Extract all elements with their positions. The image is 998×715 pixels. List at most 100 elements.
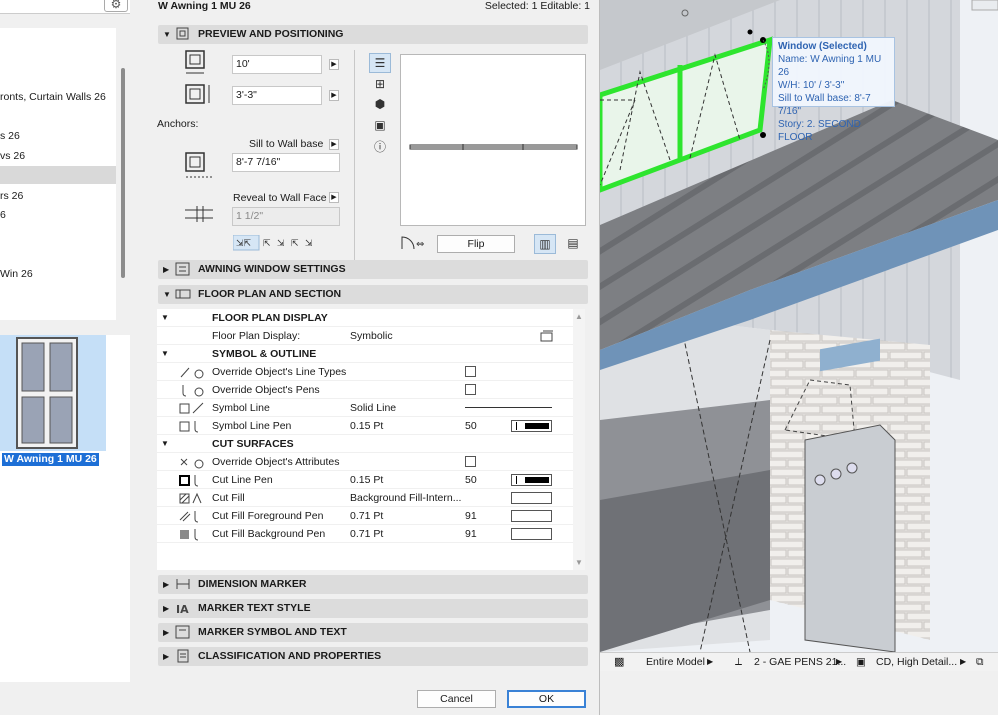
- selection-tooltip: Window (Selected) Name: W Awning 1 MU 26…: [772, 37, 895, 143]
- ok-button[interactable]: OK: [507, 690, 586, 708]
- checkbox[interactable]: [465, 384, 476, 395]
- dialog-title: W Awning 1 MU 26: [158, 0, 251, 12]
- section-label: DIMENSION MARKER: [198, 578, 307, 590]
- pen-swatch[interactable]: [511, 420, 552, 432]
- chevron-right-icon[interactable]: ▶: [836, 653, 842, 671]
- svg-text:⇲: ⇲: [305, 239, 313, 249]
- attributes-icon: [180, 458, 204, 469]
- info-icon[interactable]: ⓘ: [369, 138, 391, 158]
- grid-view-icon[interactable]: ⊞: [369, 75, 391, 95]
- group-row[interactable]: ▼ CUT SURFACES: [157, 435, 573, 453]
- thumbnail-caption: W Awning 1 MU 26: [2, 453, 99, 466]
- window-thumbnail[interactable]: [0, 335, 106, 451]
- section-label: PREVIEW AND POSITIONING: [198, 28, 344, 40]
- pen-set[interactable]: 2 - GAE PENS 21...: [754, 653, 846, 671]
- preview-canvas[interactable]: [400, 54, 586, 226]
- checkbox[interactable]: [465, 366, 476, 377]
- chevron-right-icon: ▶: [163, 652, 170, 661]
- preview-icon: [176, 27, 189, 40]
- table-row[interactable]: Symbol Line Solid Line: [157, 399, 573, 417]
- table-row[interactable]: Floor Plan Display: Symbolic: [157, 327, 573, 345]
- section-preview-positioning[interactable]: ▼ PREVIEW AND POSITIONING: [158, 25, 588, 44]
- text-style-icon: IA: [176, 603, 189, 615]
- tree-scrollbar[interactable]: [121, 68, 125, 278]
- height-input[interactable]: 3'-3": [232, 86, 322, 105]
- tooltip-wh: W/H: 10' / 3'-3": [778, 80, 845, 91]
- layout-icon[interactable]: ⧉: [976, 653, 984, 671]
- section-label: MARKER SYMBOL AND TEXT: [198, 626, 347, 638]
- display-options-icon[interactable]: [539, 329, 555, 343]
- anchors-label: Anchors:: [157, 118, 199, 130]
- group-row[interactable]: ▼ SYMBOL & OUTLINE: [157, 345, 573, 363]
- door-swing-icon[interactable]: ⇔: [398, 234, 432, 252]
- arrow-right-icon[interactable]: ▶: [329, 59, 339, 70]
- fill-swatch[interactable]: [511, 492, 552, 504]
- mirror-right-icon[interactable]: ▤: [562, 234, 584, 254]
- floor-plan-table[interactable]: ▼ FLOOR PLAN DISPLAY Floor Plan Display:…: [157, 309, 585, 570]
- svg-text:⇱: ⇱: [291, 239, 299, 249]
- table-row[interactable]: Cut Fill Background Fill-Intern...: [157, 489, 573, 507]
- tree-item[interactable]: vs 26: [0, 147, 116, 165]
- group-row[interactable]: ▼ FLOOR PLAN DISPLAY: [157, 309, 573, 327]
- library-tree[interactable]: ronts, Curtain Walls 26 s 26 vs 26 rs 26…: [0, 28, 116, 320]
- 3d-view-icon[interactable]: ⬢: [369, 95, 391, 115]
- scroll-up-icon[interactable]: ▲: [575, 312, 583, 321]
- model-filter-icon[interactable]: ▩: [614, 653, 624, 671]
- section-awning-window-settings[interactable]: ▶ AWNING WINDOW SETTINGS: [158, 260, 588, 279]
- section-floor-plan[interactable]: ▼ FLOOR PLAN AND SECTION: [158, 285, 588, 304]
- arrow-right-icon[interactable]: ▶: [329, 192, 339, 203]
- library-preview: W Awning 1 MU 26: [0, 335, 130, 682]
- width-input[interactable]: 10': [232, 55, 322, 74]
- model-view-option[interactable]: CD, High Detail...: [876, 653, 957, 671]
- section-classification[interactable]: ▶ CLASSIFICATION AND PROPERTIES: [158, 647, 588, 666]
- plan-view-icon[interactable]: ☰: [369, 53, 391, 73]
- window-thumbnail-icon: [16, 337, 78, 449]
- section-dimension-marker[interactable]: ▶ DIMENSION MARKER: [158, 575, 588, 594]
- pen-swatch[interactable]: [511, 528, 552, 540]
- pen-set-icon[interactable]: ⟂: [735, 653, 742, 671]
- tree-item[interactable]: ronts, Curtain Walls 26: [0, 88, 116, 106]
- table-row[interactable]: Cut Line Pen 0.15 Pt 50: [157, 471, 573, 489]
- chevron-right-icon[interactable]: ▶: [707, 653, 713, 671]
- cancel-button[interactable]: Cancel: [417, 690, 496, 708]
- section-marker-text-style[interactable]: ▶ IA MARKER TEXT STYLE: [158, 599, 588, 618]
- scroll-down-icon[interactable]: ▼: [575, 558, 583, 567]
- reveal-anchor-label[interactable]: Reveal to Wall Face: [233, 192, 327, 204]
- tree-item[interactable]: 6: [0, 206, 116, 224]
- model-filter[interactable]: Entire Model: [646, 653, 705, 671]
- table-row[interactable]: Symbol Line Pen 0.15 Pt 50: [157, 417, 573, 435]
- tree-item[interactable]: s 26: [0, 127, 116, 145]
- table-row[interactable]: Override Object's Attributes: [157, 453, 573, 471]
- pen-icon: [182, 385, 204, 397]
- model-view-icon[interactable]: ▣: [856, 653, 866, 671]
- table-row[interactable]: Override Object's Line Types: [157, 363, 573, 381]
- arrow-right-icon[interactable]: ▶: [329, 139, 339, 150]
- table-row[interactable]: Cut Fill Foreground Pen 0.71 Pt 91: [157, 507, 573, 525]
- sill-input[interactable]: 8'-7 7/16": [232, 153, 340, 172]
- floor-plan-icon: [175, 289, 191, 299]
- anchor-mode-icons[interactable]: ⇲⇱ ⇱ ⇲ ⇱ ⇲: [233, 235, 325, 251]
- table-row[interactable]: Override Object's Pens: [157, 381, 573, 399]
- tree-item-selected[interactable]: [0, 166, 116, 184]
- chevron-right-icon: ▶: [163, 265, 170, 274]
- reveal-input[interactable]: 1 1/2": [232, 207, 340, 226]
- mirror-left-icon[interactable]: ▥: [534, 234, 556, 254]
- pen-swatch[interactable]: [511, 510, 552, 522]
- table-row[interactable]: Cut Fill Background Pen 0.71 Pt 91: [157, 525, 573, 543]
- gear-icon[interactable]: ⚙: [104, 0, 128, 12]
- chevron-right-icon[interactable]: ▶: [960, 653, 966, 671]
- flip-button[interactable]: Flip: [437, 235, 515, 253]
- tree-item[interactable]: rs 26: [0, 187, 116, 205]
- chevron-right-icon: ▶: [163, 628, 170, 637]
- pen-swatch[interactable]: [511, 474, 552, 486]
- tree-item[interactable]: Win 26: [0, 265, 116, 283]
- divider: [354, 50, 355, 260]
- arrow-right-icon[interactable]: ▶: [329, 90, 339, 101]
- table-scrollbar[interactable]: ▲ ▼: [573, 309, 585, 570]
- section-view-icon[interactable]: ▣: [369, 116, 391, 136]
- checkbox[interactable]: [465, 456, 476, 467]
- sill-anchor-label[interactable]: Sill to Wall base: [249, 138, 323, 150]
- solid-line-preview: [465, 407, 552, 408]
- section-marker-symbol[interactable]: ▶ MARKER SYMBOL AND TEXT: [158, 623, 588, 642]
- sill-anchor-icon: [185, 152, 212, 178]
